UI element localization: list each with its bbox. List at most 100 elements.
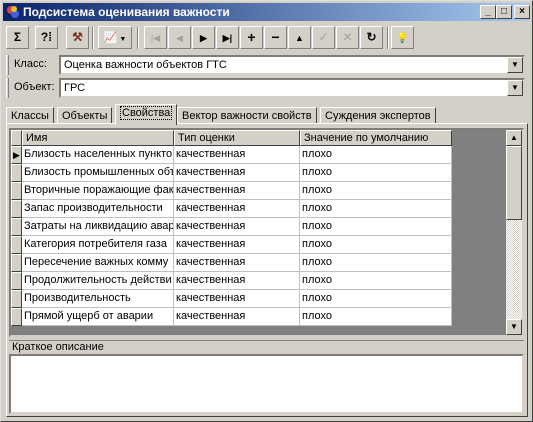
cell-default[interactable]: плохо <box>300 146 452 164</box>
chevron-down-icon: ▼ <box>117 36 127 43</box>
row-indicator[interactable]: ▶ <box>11 146 22 164</box>
cell-name[interactable]: Вторичные поражающие фак <box>22 182 174 200</box>
cell-type[interactable]: качественная <box>174 272 300 290</box>
prev-record-button[interactable]: ◀ <box>168 26 191 49</box>
class-combo[interactable]: Оценка важности объектов ГТС ▼ <box>59 55 525 75</box>
last-record-button[interactable]: ▶| <box>216 26 239 49</box>
object-label: Объект: <box>14 81 55 93</box>
hint-button[interactable]: 💡 <box>391 26 414 49</box>
sigma-button[interactable]: Σ <box>6 26 29 49</box>
cell-type[interactable]: качественная <box>174 254 300 272</box>
row-indicator[interactable] <box>11 164 22 182</box>
cell-default[interactable]: плохо <box>300 308 452 326</box>
close-button[interactable]: × <box>514 5 530 19</box>
delete-record-icon: − <box>271 29 280 45</box>
class-value: Оценка важности объектов ГТС <box>64 59 227 71</box>
cell-type[interactable]: качественная <box>174 308 300 326</box>
cell-name[interactable]: Прямой ущерб от аварии <box>22 308 174 326</box>
column-header-name[interactable]: Имя <box>22 130 174 146</box>
cell-default[interactable]: плохо <box>300 290 452 308</box>
scroll-up-button[interactable]: ▲ <box>506 130 522 146</box>
expert-tool-icon: ⚒ <box>72 30 83 44</box>
scroll-down-button[interactable]: ▼ <box>506 319 522 335</box>
row-indicator[interactable] <box>11 290 22 308</box>
toolbar-separator <box>92 27 94 49</box>
window-title: Подсистема оценивания важности <box>23 5 230 19</box>
properties-grid[interactable]: Имя Тип оценки Значение по умолчанию ▶ Б… <box>9 128 524 337</box>
object-dropdown-button[interactable]: ▼ <box>507 80 523 96</box>
cell-name[interactable]: Производительность <box>22 290 174 308</box>
first-record-button[interactable]: |◀ <box>144 26 167 49</box>
cell-name[interactable]: Запас производительности <box>22 200 174 218</box>
cell-name[interactable]: Категория потребителя газа <box>22 236 174 254</box>
cancel-edit-button[interactable]: ✕ <box>336 26 359 49</box>
delete-record-button[interactable]: − <box>264 26 287 49</box>
add-record-icon: + <box>247 29 256 45</box>
tab-label: Вектор важности свойств <box>182 110 312 122</box>
sigma-icon: Σ <box>13 30 22 44</box>
cell-name[interactable]: Близость промышленных объ <box>22 164 174 182</box>
next-record-icon: ▶ <box>200 33 207 43</box>
tab-importance-vector[interactable]: Вектор важности свойств <box>177 107 317 124</box>
cell-default[interactable]: плохо <box>300 164 452 182</box>
row-grip <box>6 55 9 75</box>
cell-name[interactable]: Пересечение важных комму <box>22 254 174 272</box>
row-indicator[interactable] <box>11 200 22 218</box>
header-corner <box>11 130 22 146</box>
tab-label: Суждения экспертов <box>325 110 431 122</box>
class-row: Класс: Оценка важности объектов ГТС ▼ <box>6 54 525 76</box>
scroll-thumb[interactable] <box>506 146 522 220</box>
object-combo[interactable]: ГРС ▼ <box>59 78 525 98</box>
class-dropdown-button[interactable]: ▼ <box>507 57 523 73</box>
cell-default[interactable]: плохо <box>300 254 452 272</box>
cell-default[interactable]: плохо <box>300 182 452 200</box>
cell-name[interactable]: Продолжительность действи <box>22 272 174 290</box>
cell-type[interactable]: качественная <box>174 290 300 308</box>
row-indicator[interactable] <box>11 182 22 200</box>
cell-default[interactable]: плохо <box>300 200 452 218</box>
grid-vertical-scrollbar[interactable]: ▲ ▼ <box>506 130 522 335</box>
expert-tool-button[interactable]: ⚒ <box>66 26 89 49</box>
cell-type[interactable]: качественная <box>174 200 300 218</box>
maximize-button[interactable]: □ <box>496 5 512 19</box>
post-record-button[interactable]: ✓ <box>312 26 335 49</box>
prev-record-icon: ◀ <box>176 33 183 43</box>
cell-type[interactable]: качественная <box>174 164 300 182</box>
row-indicator[interactable] <box>11 218 22 236</box>
lightbulb-icon: 💡 <box>396 33 409 44</box>
tab-expert-judgments[interactable]: Суждения экспертов <box>320 107 436 124</box>
help-query-icon: ?⁞ <box>40 30 53 44</box>
row-indicator[interactable] <box>11 272 22 290</box>
next-record-button[interactable]: ▶ <box>192 26 215 49</box>
cell-type[interactable]: качественная <box>174 182 300 200</box>
cell-type[interactable]: качественная <box>174 146 300 164</box>
column-header-default[interactable]: Значение по умолчанию <box>300 130 452 146</box>
help-query-button[interactable]: ?⁞ <box>35 26 58 49</box>
current-row-icon: ▶ <box>13 150 20 160</box>
chart-dropdown-button[interactable]: 📈 ▼ <box>98 26 132 49</box>
row-indicator[interactable] <box>11 308 22 326</box>
tab-label: Классы <box>11 110 49 122</box>
row-indicator[interactable] <box>11 254 22 272</box>
chart-icon: 📈 <box>103 32 118 44</box>
column-header-type[interactable]: Тип оценки <box>174 130 300 146</box>
cell-name[interactable]: Затраты на ликвидацию авар <box>22 218 174 236</box>
title-bar[interactable]: Подсистема оценивания важности _ □ × <box>3 3 530 21</box>
cell-default[interactable]: плохо <box>300 236 452 254</box>
tab-objects[interactable]: Объекты <box>57 107 113 124</box>
row-indicator[interactable] <box>11 236 22 254</box>
description-textarea[interactable] <box>9 354 524 414</box>
cell-type[interactable]: качественная <box>174 218 300 236</box>
minimize-button[interactable]: _ <box>480 5 496 19</box>
tab-properties[interactable]: Свойства <box>115 104 178 125</box>
cell-default[interactable]: плохо <box>300 218 452 236</box>
edit-record-button[interactable]: ▲ <box>288 26 311 49</box>
tab-classes[interactable]: Классы <box>6 107 54 124</box>
cell-type[interactable]: качественная <box>174 236 300 254</box>
refresh-button[interactable]: ↻ <box>360 26 383 49</box>
cell-name[interactable]: Близость населенных пункто <box>22 146 174 164</box>
tab-strip: Классы Объекты Свойства Вектор важности … <box>6 104 528 125</box>
cell-default[interactable]: плохо <box>300 272 452 290</box>
add-record-button[interactable]: + <box>240 26 263 49</box>
object-row: Объект: ГРС ▼ <box>6 77 525 99</box>
